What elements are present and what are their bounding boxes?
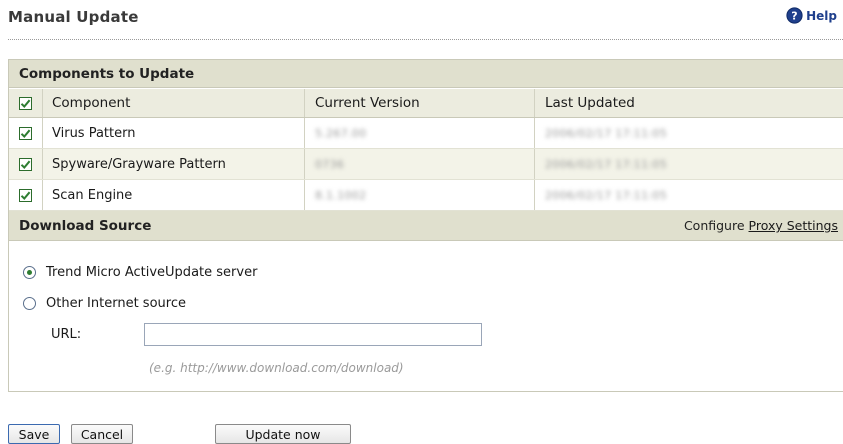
current-version: 8.1.1002 — [305, 180, 535, 210]
current-version: 5.267.00 — [305, 118, 535, 148]
url-hint: (e.g. http://www.download.com/download) — [149, 361, 404, 375]
version-value: 5.267.00 — [315, 126, 367, 140]
proxy-settings-link[interactable]: Proxy Settings — [749, 218, 838, 233]
version-value: 0736 — [315, 157, 345, 171]
scan-engine-checkbox[interactable] — [19, 188, 32, 202]
url-input[interactable] — [144, 323, 482, 346]
row-checkbox-cell — [9, 149, 43, 179]
select-all-checkbox[interactable] — [19, 96, 32, 110]
components-section-title: Components to Update — [19, 65, 195, 82]
title-divider — [8, 39, 843, 40]
page-title: Manual Update — [8, 8, 139, 26]
checkmark-icon — [20, 191, 31, 200]
table-row: Spyware/Grayware Pattern 0736 2006/02/17… — [9, 149, 843, 180]
last-updated-value: 2006/02/17 17:11:05 — [545, 126, 668, 140]
update-now-button[interactable]: Update now — [215, 424, 351, 444]
spyware-pattern-checkbox[interactable] — [19, 157, 32, 171]
activeupdate-radio[interactable] — [23, 266, 36, 279]
component-name: Scan Engine — [43, 180, 305, 210]
source-option-other[interactable]: Other Internet source — [23, 296, 186, 311]
help-link[interactable]: ? Help — [786, 7, 837, 24]
other-source-label: Other Internet source — [46, 296, 186, 311]
source-option-activeupdate[interactable]: Trend Micro ActiveUpdate server — [23, 265, 257, 280]
download-source-section-title: Download Source — [19, 217, 152, 234]
help-question-icon: ? — [786, 7, 803, 24]
url-label: URL: — [51, 327, 82, 342]
update-panel: Components to Update Component Current V… — [8, 59, 843, 392]
components-section-header: Components to Update — [9, 60, 843, 88]
last-updated: 2006/02/17 17:11:05 — [535, 118, 843, 148]
last-updated-value: 2006/02/17 17:11:05 — [545, 188, 668, 202]
other-source-radio[interactable] — [23, 297, 36, 310]
virus-pattern-checkbox[interactable] — [19, 126, 32, 140]
checkmark-icon — [20, 129, 31, 138]
row-checkbox-cell — [9, 118, 43, 148]
svg-text:?: ? — [791, 10, 797, 23]
radio-dot-icon — [27, 270, 32, 275]
row-checkbox-cell — [9, 180, 43, 210]
last-updated: 2006/02/17 17:11:05 — [535, 149, 843, 179]
download-source-section-header: Download Source Configure Proxy Settings — [9, 211, 843, 241]
cancel-button[interactable]: Cancel — [71, 424, 133, 444]
select-all-cell — [9, 89, 43, 117]
checkmark-icon — [20, 99, 31, 108]
last-updated: 2006/02/17 17:11:05 — [535, 180, 843, 210]
configure-label: Configure — [683, 218, 745, 233]
column-header-last-updated: Last Updated — [545, 95, 635, 111]
column-header-component: Component — [43, 89, 305, 117]
configure-proxy: Configure Proxy Settings — [684, 218, 843, 233]
components-table-header: Component Current Version Last Updated — [9, 89, 843, 118]
last-updated-value: 2006/02/17 17:11:05 — [545, 157, 668, 171]
checkmark-icon — [20, 160, 31, 169]
version-value: 8.1.1002 — [315, 188, 367, 202]
column-header-current-version: Current Version — [305, 89, 535, 117]
activeupdate-label: Trend Micro ActiveUpdate server — [46, 265, 258, 280]
current-version: 0736 — [305, 149, 535, 179]
table-row: Virus Pattern 5.267.00 2006/02/17 17:11:… — [9, 118, 843, 149]
table-row: Scan Engine 8.1.1002 2006/02/17 17:11:05 — [9, 180, 843, 211]
save-button[interactable]: Save — [8, 424, 60, 444]
help-label: Help — [806, 8, 837, 23]
component-name: Virus Pattern — [43, 118, 305, 148]
component-name: Spyware/Grayware Pattern — [43, 149, 305, 179]
